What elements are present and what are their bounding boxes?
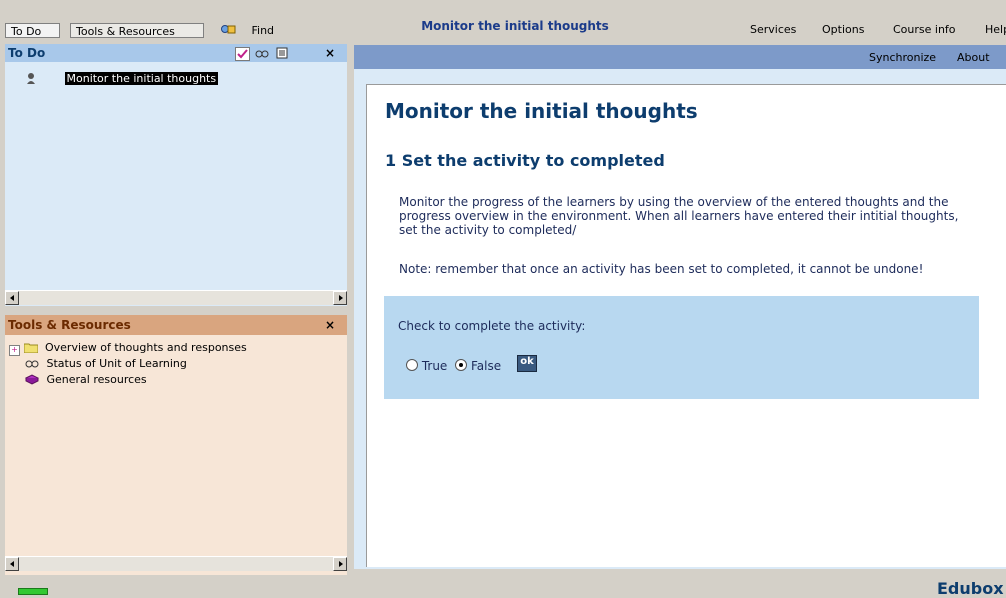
window-title: Monitor the initial thoughts (421, 19, 609, 33)
todo-tab-button[interactable]: To Do (5, 23, 60, 38)
section-title: 1 Set the activity to completed (385, 151, 665, 170)
check-label: Check to complete the activity: (398, 319, 586, 333)
scroll-left-icon[interactable] (5, 557, 19, 571)
tools-horizontal-scrollbar[interactable] (5, 556, 347, 571)
book-icon (24, 374, 40, 385)
edubox-logo: Edubox (937, 579, 1004, 598)
scroll-right-icon[interactable] (333, 557, 347, 571)
description-text: Monitor the progress of the learners by … (399, 195, 959, 237)
right-header-bar: Synchronize About (354, 45, 1006, 69)
tree-item-general[interactable]: General resources (24, 372, 147, 388)
page-title: Monitor the initial thoughts (385, 99, 698, 123)
tree-item-label: Status of Unit of Learning (46, 357, 187, 370)
find-button[interactable]: Find (220, 23, 274, 38)
expand-icon[interactable]: + (9, 345, 20, 356)
todo-panel: To Do × Monitor the initial thoughts (5, 44, 347, 306)
todo-item-label: Monitor the initial thoughts (64, 72, 219, 85)
scroll-left-icon[interactable] (5, 291, 19, 305)
todo-horizontal-scrollbar[interactable] (5, 290, 347, 305)
note-text: Note: remember that once an activity has… (399, 262, 924, 276)
tools-close-icon[interactable]: × (325, 318, 335, 332)
tree-item-status[interactable]: Status of Unit of Learning (25, 356, 187, 372)
todo-close-icon[interactable]: × (325, 46, 335, 60)
glasses-icon[interactable] (255, 47, 269, 59)
menu-help[interactable]: Help (985, 23, 1006, 36)
scroll-right-icon[interactable] (333, 291, 347, 305)
menu-course-info[interactable]: Course info (893, 23, 956, 36)
check-icon[interactable] (235, 47, 250, 61)
ok-button[interactable]: ok (517, 355, 537, 372)
menu-options[interactable]: Options (822, 23, 864, 36)
person-icon (25, 72, 37, 84)
todo-item[interactable]: Monitor the initial thoughts (25, 71, 219, 87)
tree-item-label: General resources (46, 373, 147, 386)
menu-services[interactable]: Services (750, 23, 796, 36)
tree-item-overview[interactable]: + Overview of thoughts and responses (9, 340, 247, 356)
connection-indicator (18, 588, 48, 595)
tree-item-label: Overview of thoughts and responses (45, 341, 247, 354)
find-label: Find (251, 24, 275, 37)
todo-panel-title: To Do (5, 44, 347, 62)
tools-panel-title: Tools & Resources (5, 315, 347, 335)
radio-true-label: True (421, 359, 448, 373)
find-icon (220, 23, 236, 36)
tools-panel: Tools & Resources × + Overview of though… (5, 315, 347, 575)
top-toolbar: To Do Tools & Resources Find Monitor the… (0, 0, 1006, 40)
tools-tab-button[interactable]: Tools & Resources (70, 23, 204, 38)
radio-false[interactable] (455, 359, 468, 371)
list-icon[interactable] (276, 47, 288, 59)
folder-icon (23, 342, 38, 354)
radio-group: True False (406, 359, 501, 373)
about-link[interactable]: About (957, 51, 990, 64)
synchronize-link[interactable]: Synchronize (869, 51, 936, 64)
radio-false-label: False (470, 359, 502, 373)
status-bar: Edubox (0, 576, 1006, 598)
glasses-icon (25, 357, 39, 368)
radio-true[interactable] (406, 359, 418, 371)
completion-form: Check to complete the activity: True Fal… (384, 296, 979, 399)
